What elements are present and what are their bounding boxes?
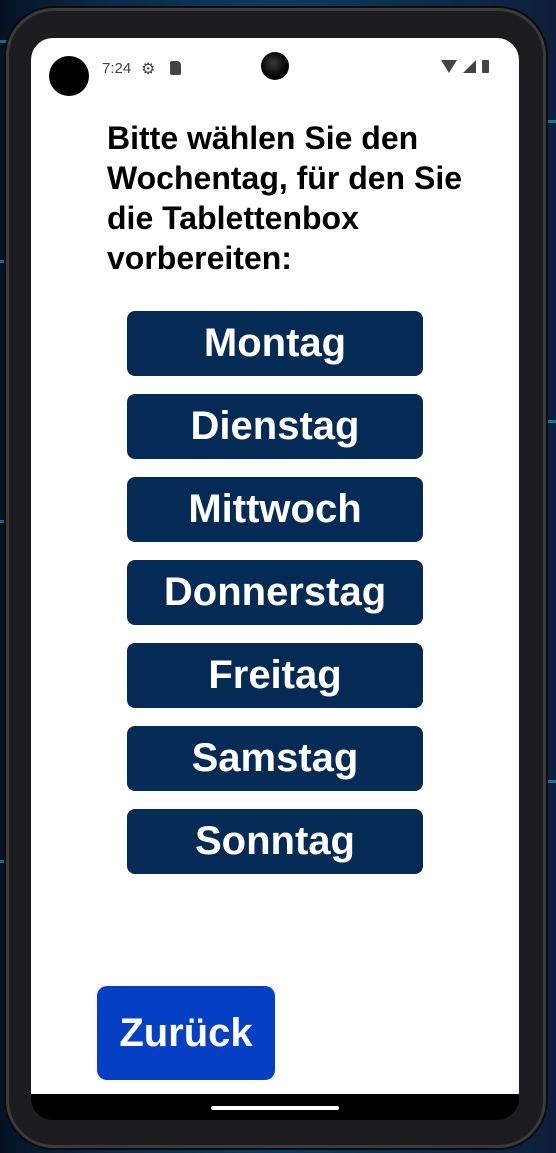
day-button-wednesday[interactable]: Mittwoch: [127, 477, 423, 542]
wifi-icon: [441, 60, 457, 73]
day-button-saturday[interactable]: Samstag: [127, 726, 423, 791]
back-button[interactable]: Zurück: [97, 986, 275, 1080]
front-camera: [261, 52, 289, 80]
overlay-dot: [49, 56, 89, 96]
app-screen: 7:24 ⚙ Bitte wählen Sie den Wochentag, f…: [31, 38, 519, 1094]
battery-icon: [482, 60, 489, 73]
day-button-sunday[interactable]: Sonntag: [127, 809, 423, 874]
day-button-friday[interactable]: Freitag: [127, 643, 423, 708]
navigation-bar: [31, 1094, 519, 1120]
phone-screen: 7:24 ⚙ Bitte wählen Sie den Wochentag, f…: [31, 38, 519, 1120]
day-button-monday[interactable]: Montag: [127, 311, 423, 376]
status-time: 7:24: [102, 60, 132, 77]
weekday-list: Montag Dienstag Mittwoch Donnerstag Frei…: [127, 311, 423, 892]
settings-icon: ⚙: [141, 61, 156, 78]
signal-icon: [463, 60, 476, 73]
day-button-tuesday[interactable]: Dienstag: [127, 394, 423, 459]
page-title: Bitte wählen Sie den Wochentag, für den …: [107, 120, 462, 276]
home-indicator[interactable]: [211, 1106, 339, 1110]
status-icons: [441, 60, 489, 73]
day-button-thursday[interactable]: Donnerstag: [127, 560, 423, 625]
sd-card-icon: [170, 61, 181, 75]
status-bar: 7:24 ⚙: [31, 38, 519, 102]
